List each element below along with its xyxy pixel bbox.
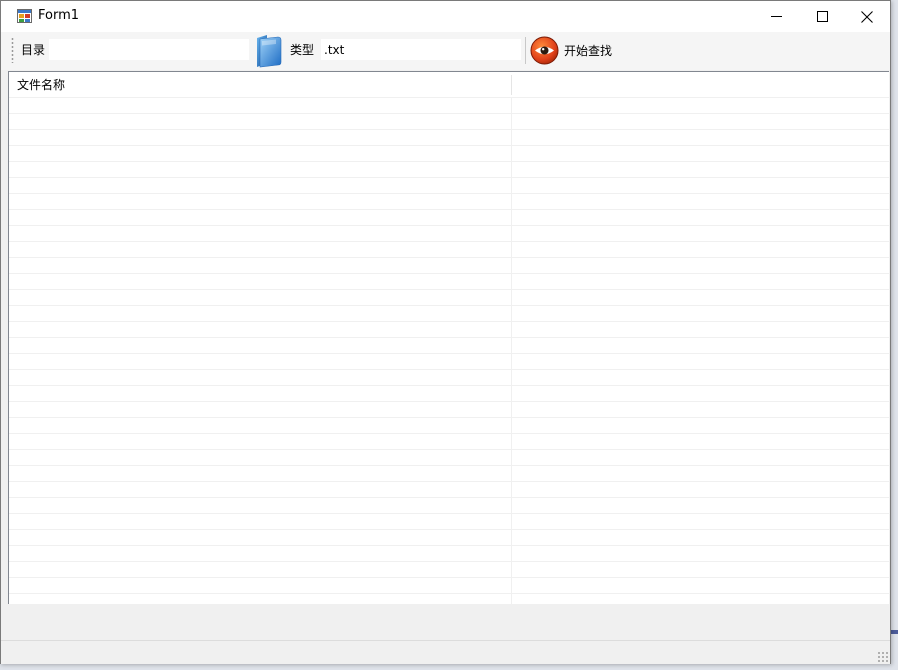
bottom-panel bbox=[8, 604, 889, 640]
row-gridline bbox=[9, 289, 889, 290]
row-gridline bbox=[9, 545, 889, 546]
row-gridline bbox=[9, 385, 889, 386]
column-header-filename[interactable]: 文件名称 bbox=[17, 78, 65, 92]
list-rows bbox=[9, 97, 889, 605]
window-title: Form1 bbox=[38, 8, 80, 23]
row-gridline bbox=[9, 577, 889, 578]
row-gridline bbox=[9, 177, 889, 178]
row-gridline bbox=[9, 129, 889, 130]
toolbar-grip[interactable] bbox=[11, 37, 14, 63]
row-gridline bbox=[9, 337, 889, 338]
row-gridline bbox=[9, 401, 889, 402]
status-bar bbox=[1, 640, 890, 664]
resize-grip[interactable] bbox=[877, 651, 888, 662]
type-label: 类型 bbox=[290, 43, 315, 57]
row-gridline bbox=[9, 257, 889, 258]
column-gridline bbox=[511, 97, 512, 605]
start-search-label: 开始查找 bbox=[564, 43, 613, 58]
maximize-button[interactable] bbox=[799, 1, 845, 32]
form-app-icon bbox=[17, 9, 32, 23]
eye-icon bbox=[530, 36, 559, 64]
row-gridline bbox=[9, 465, 889, 466]
row-gridline bbox=[9, 193, 889, 194]
row-gridline bbox=[9, 369, 889, 370]
row-gridline bbox=[9, 225, 889, 226]
row-gridline bbox=[9, 481, 889, 482]
toolbar: 目录 类型 .txt 开始查找 bbox=[1, 32, 890, 70]
row-gridline bbox=[9, 321, 889, 322]
directory-input[interactable] bbox=[49, 39, 249, 60]
minimize-icon bbox=[770, 16, 782, 17]
toolbar-separator bbox=[525, 37, 526, 64]
row-gridline bbox=[9, 417, 889, 418]
minimize-button[interactable] bbox=[753, 1, 799, 32]
file-list-view[interactable]: 文件名称 bbox=[8, 71, 889, 605]
row-gridline bbox=[9, 529, 889, 530]
column-divider[interactable] bbox=[511, 75, 512, 95]
list-header: 文件名称 bbox=[9, 72, 889, 97]
row-gridline bbox=[9, 513, 889, 514]
main-window: Form1 目录 类型 .txt 开始查找 文件名称 bbox=[0, 0, 891, 664]
row-gridline bbox=[9, 593, 889, 594]
title-bar[interactable]: Form1 bbox=[1, 1, 890, 32]
close-button[interactable] bbox=[844, 1, 890, 32]
row-gridline bbox=[9, 113, 889, 114]
row-gridline bbox=[9, 433, 889, 434]
row-gridline bbox=[9, 305, 889, 306]
directory-label: 目录 bbox=[21, 43, 46, 57]
row-gridline bbox=[9, 353, 889, 354]
row-gridline bbox=[9, 273, 889, 274]
start-search-button[interactable]: 开始查找 bbox=[530, 35, 620, 65]
row-gridline bbox=[9, 209, 889, 210]
type-input[interactable] bbox=[321, 39, 521, 60]
row-gridline bbox=[9, 561, 889, 562]
row-gridline bbox=[9, 497, 889, 498]
row-gridline bbox=[9, 145, 889, 146]
row-gridline bbox=[9, 241, 889, 242]
close-icon bbox=[861, 10, 873, 23]
maximize-icon bbox=[816, 11, 828, 22]
row-gridline bbox=[9, 97, 889, 98]
row-gridline bbox=[9, 449, 889, 450]
folder-icon[interactable] bbox=[254, 34, 284, 68]
row-gridline bbox=[9, 161, 889, 162]
